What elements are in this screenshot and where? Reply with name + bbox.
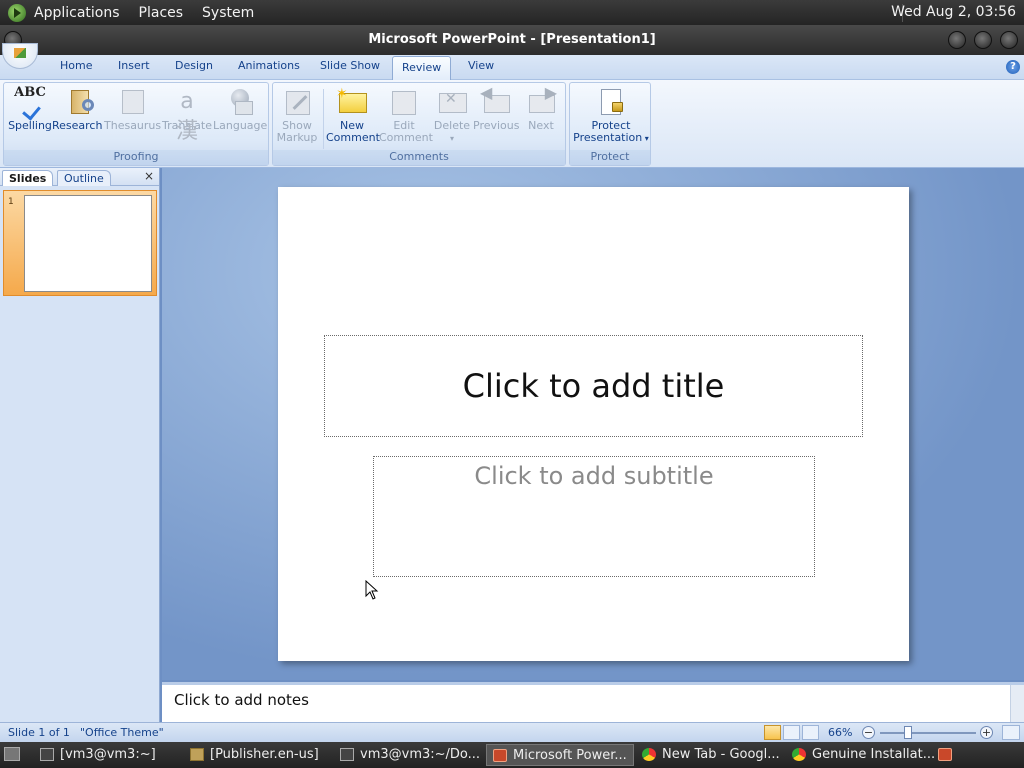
group-label-protect: Protect bbox=[570, 150, 650, 165]
tab-insert[interactable]: Insert bbox=[118, 59, 150, 72]
next-comment-button[interactable]: ▶ Next bbox=[521, 85, 561, 132]
gnome-top-panel: Applications Places System Wed Aug 2, 03… bbox=[0, 0, 1024, 25]
window-title: Microsoft PowerPoint - [Presentation1] bbox=[368, 32, 656, 47]
terminal-icon bbox=[340, 748, 354, 761]
new-comment-icon: ✶ bbox=[336, 87, 368, 117]
taskbar-item-chrome-newtab[interactable]: New Tab - Googl... bbox=[636, 744, 784, 766]
chevron-down-icon: ▾ bbox=[642, 134, 649, 143]
status-bar: Slide 1 of 1 "Office Theme" 66% − + bbox=[0, 722, 1024, 742]
zoom-slider[interactable] bbox=[880, 732, 976, 734]
chrome-icon bbox=[642, 748, 656, 761]
taskbar-item-terminal-1[interactable]: [vm3@vm3:~] bbox=[34, 744, 182, 766]
gnome-foot-icon[interactable] bbox=[8, 3, 26, 22]
show-desktop-icon[interactable] bbox=[4, 747, 20, 761]
translate-button[interactable]: a漢 Translate bbox=[162, 87, 212, 144]
tray-powerpoint-icon[interactable] bbox=[938, 748, 952, 761]
group-proofing: ABC Spelling Research Thesaurus a漢 Trans… bbox=[3, 82, 269, 166]
taskbar-item-publisher[interactable]: [Publisher.en-us] bbox=[184, 744, 332, 766]
minimize-button[interactable] bbox=[948, 31, 966, 49]
gnome-taskbar: [vm3@vm3:~] [Publisher.en-us] vm3@vm3:~/… bbox=[0, 742, 1024, 768]
tab-design[interactable]: Design bbox=[175, 59, 213, 72]
language-button[interactable]: Language bbox=[213, 87, 267, 132]
delete-comment-icon: ✕ bbox=[436, 87, 468, 117]
group-label-proofing: Proofing bbox=[4, 150, 268, 165]
slide-sorter-view-icon[interactable] bbox=[783, 725, 800, 740]
ribbon-separator bbox=[323, 89, 324, 149]
theme-name: "Office Theme" bbox=[80, 726, 164, 739]
tab-slide-show[interactable]: Slide Show bbox=[320, 59, 380, 72]
close-button[interactable] bbox=[1000, 31, 1018, 49]
protect-presentation-button[interactable]: Protect Presentation ▾ bbox=[572, 87, 650, 145]
thesaurus-button[interactable]: Thesaurus bbox=[104, 87, 161, 132]
edit-comment-button[interactable]: Edit Comment bbox=[379, 87, 433, 144]
slides-pane-tabs: Slides Outline × bbox=[0, 168, 159, 186]
chevron-down-icon: ▾ bbox=[449, 134, 454, 143]
maximize-button[interactable] bbox=[974, 31, 992, 49]
slide-indicator: Slide 1 of 1 bbox=[8, 726, 70, 739]
slide-thumbnail-number: 1 bbox=[8, 197, 14, 207]
thesaurus-icon bbox=[116, 87, 148, 117]
previous-comment-icon: ◀ bbox=[480, 85, 512, 117]
edit-comment-icon bbox=[388, 87, 420, 117]
slide-thumbnail-selected[interactable]: 1 bbox=[3, 190, 157, 296]
mouse-cursor-icon bbox=[365, 580, 379, 600]
notes-placeholder[interactable]: Click to add notes bbox=[174, 691, 309, 709]
group-comments: Show Markup ✶ New Comment Edit Comment ✕… bbox=[272, 82, 566, 166]
menu-places[interactable]: Places bbox=[139, 5, 184, 21]
slide-thumbnail[interactable] bbox=[24, 195, 152, 292]
tab-outline[interactable]: Outline bbox=[57, 170, 111, 186]
language-icon bbox=[223, 87, 255, 117]
folder-icon bbox=[190, 748, 204, 761]
slide-show-view-icon[interactable] bbox=[802, 725, 819, 740]
panel-clock[interactable]: Wed Aug 2, 03:56 bbox=[891, 4, 1016, 20]
slide-editing-area: Click to add title Click to add subtitle bbox=[162, 168, 1024, 680]
translate-icon: a漢 bbox=[175, 89, 198, 144]
research-icon bbox=[67, 87, 94, 117]
taskbar-item-powerpoint[interactable]: Microsoft Power... bbox=[486, 744, 634, 766]
spelling-icon: ABC bbox=[14, 86, 46, 117]
tab-view[interactable]: View bbox=[468, 59, 494, 72]
subtitle-placeholder[interactable]: Click to add subtitle bbox=[373, 456, 815, 577]
ribbon-review: ABC Spelling Research Thesaurus a漢 Trans… bbox=[0, 80, 1024, 168]
normal-view-icon[interactable] bbox=[764, 725, 781, 740]
tab-home[interactable]: Home bbox=[60, 59, 92, 72]
zoom-out-icon[interactable]: − bbox=[862, 726, 875, 739]
new-comment-button[interactable]: ✶ New Comment bbox=[326, 87, 380, 144]
title-placeholder[interactable]: Click to add title bbox=[324, 335, 863, 437]
research-button[interactable]: Research bbox=[52, 87, 102, 132]
zoom-level[interactable]: 66% bbox=[828, 726, 852, 739]
protect-lock-icon bbox=[595, 87, 627, 117]
show-markup-icon bbox=[281, 87, 313, 117]
zoom-slider-thumb[interactable] bbox=[904, 726, 912, 739]
spelling-button[interactable]: ABC Spelling bbox=[8, 86, 52, 132]
menu-applications[interactable]: Applications bbox=[34, 5, 120, 21]
chrome-icon bbox=[792, 748, 806, 761]
next-comment-icon: ▶ bbox=[525, 85, 557, 117]
slides-pane: Slides Outline × 1 bbox=[0, 168, 160, 722]
notes-pane[interactable]: Click to add notes bbox=[162, 682, 1024, 725]
window-title-bar[interactable]: Microsoft PowerPoint - [Presentation1] bbox=[0, 25, 1024, 55]
menu-system[interactable]: System bbox=[202, 5, 254, 21]
help-icon[interactable]: ? bbox=[1006, 60, 1020, 74]
tab-review[interactable]: Review bbox=[392, 56, 452, 80]
delete-comment-button[interactable]: ✕ Delete ▾ bbox=[431, 87, 473, 145]
taskbar-item-chrome-install[interactable]: Genuine Installat... bbox=[786, 744, 934, 766]
tab-animations[interactable]: Animations bbox=[238, 59, 300, 72]
ribbon-tab-bar: Home Insert Design Animations Slide Show… bbox=[0, 43, 1024, 80]
previous-comment-button[interactable]: ◀ Previous bbox=[473, 85, 520, 132]
tab-slides[interactable]: Slides bbox=[2, 170, 54, 186]
notes-scrollbar[interactable] bbox=[1010, 685, 1024, 725]
zoom-in-icon[interactable]: + bbox=[980, 726, 993, 739]
terminal-icon bbox=[40, 748, 54, 761]
close-pane-icon[interactable]: × bbox=[144, 169, 154, 183]
fit-to-window-icon[interactable] bbox=[1002, 725, 1020, 740]
office-button[interactable] bbox=[2, 43, 38, 69]
powerpoint-icon bbox=[493, 749, 507, 762]
group-protect: Protect Presentation ▾ Protect bbox=[569, 82, 651, 166]
group-label-comments: Comments bbox=[273, 150, 565, 165]
show-markup-button[interactable]: Show Markup bbox=[275, 87, 319, 144]
taskbar-item-terminal-2[interactable]: vm3@vm3:~/Do... bbox=[334, 744, 484, 766]
